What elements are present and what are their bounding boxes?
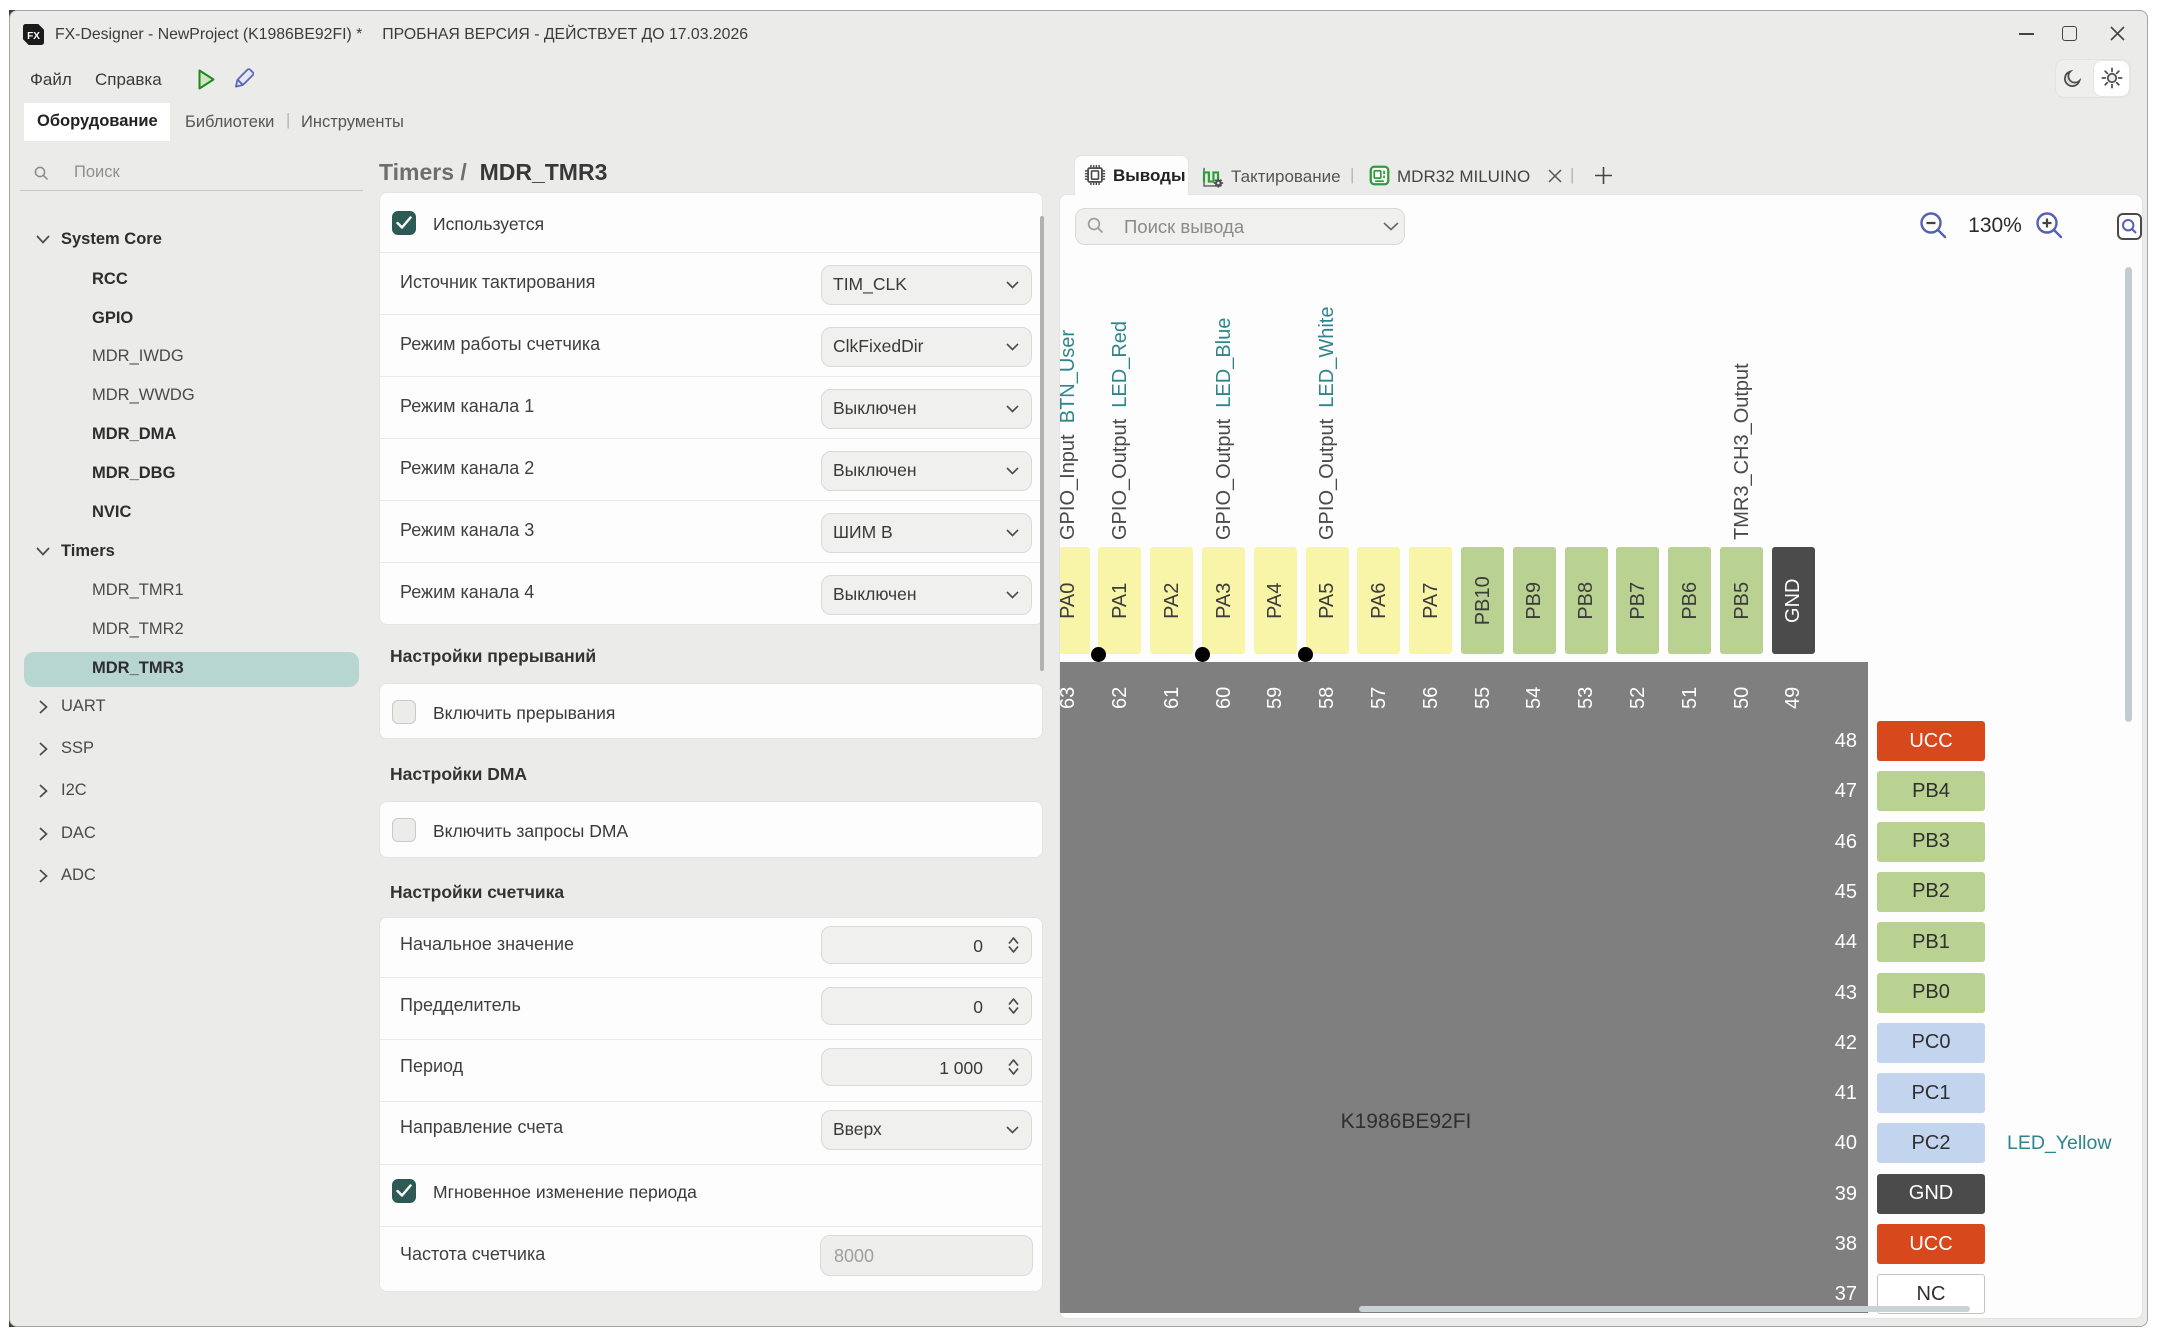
svg-text:FX: FX [27,31,40,42]
